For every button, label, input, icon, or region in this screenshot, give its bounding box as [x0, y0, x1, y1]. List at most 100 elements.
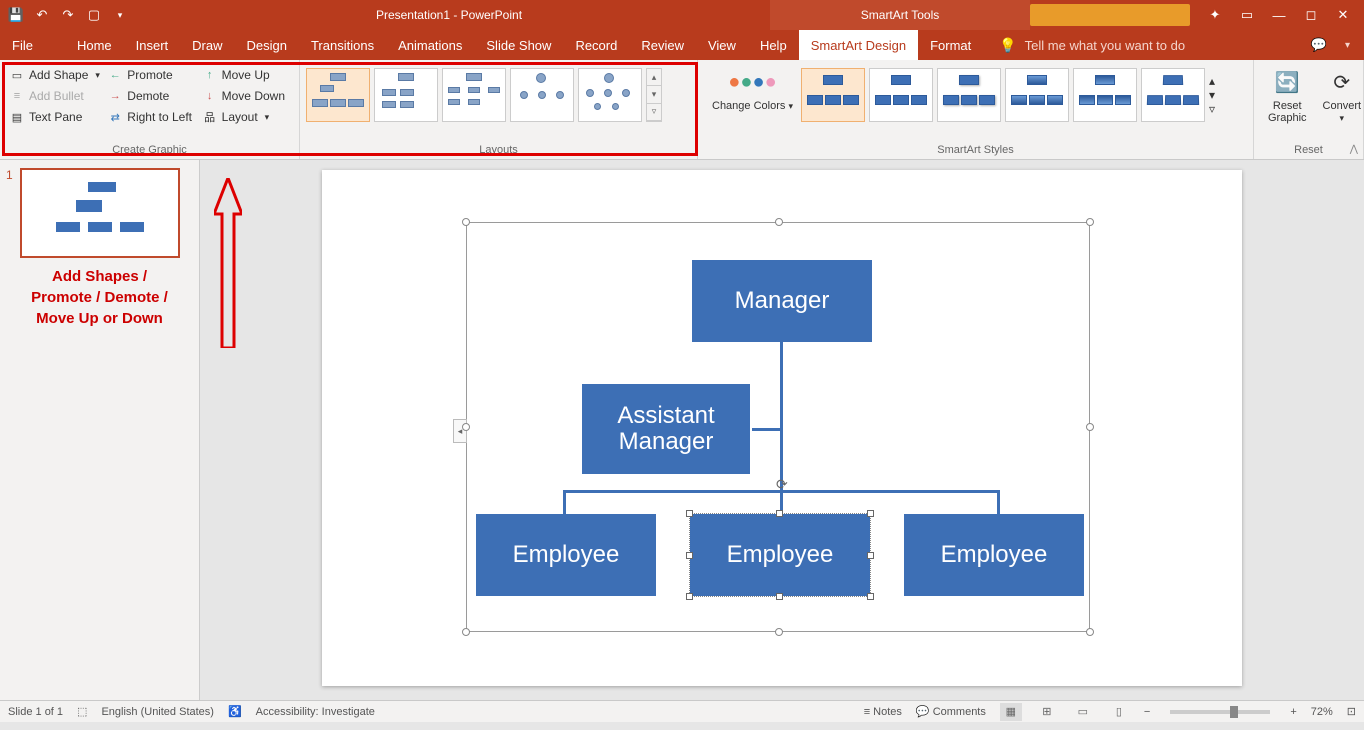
- status-language[interactable]: English (United States): [101, 706, 214, 718]
- undo-icon[interactable]: ↶: [34, 7, 50, 23]
- add-shape-button[interactable]: ▭Add Shape▾: [6, 66, 104, 84]
- annotation-arrow-icon: [214, 178, 242, 348]
- zoom-slider[interactable]: [1170, 710, 1270, 714]
- slide-canvas-area[interactable]: Manager Assistant Manager Employee Emplo…: [200, 160, 1364, 700]
- text-pane-button[interactable]: ▤Text Pane: [6, 108, 104, 126]
- qat-dropdown-icon[interactable]: ▾: [112, 7, 128, 23]
- group-label-reset: Reset: [1260, 142, 1357, 159]
- notes-button[interactable]: ≡ Notes: [864, 706, 902, 718]
- accessibility-icon[interactable]: ♿: [228, 705, 242, 718]
- normal-view-icon[interactable]: ▦: [1000, 703, 1022, 721]
- tell-me-search[interactable]: 💡 Tell me what you want to do: [983, 30, 1297, 60]
- tab-smartart-design[interactable]: SmartArt Design: [799, 30, 918, 60]
- style-thumb-3[interactable]: [937, 68, 1001, 122]
- zoom-level[interactable]: 72%: [1311, 706, 1333, 718]
- style-thumb-4[interactable]: [1005, 68, 1069, 122]
- gallery-expand-icon[interactable]: ▿: [1209, 102, 1215, 116]
- status-slide-count[interactable]: Slide 1 of 1: [8, 706, 63, 718]
- ribbon-display-icon[interactable]: ▭: [1238, 6, 1256, 24]
- comments-icon[interactable]: 💬: [1311, 37, 1327, 53]
- move-up-button[interactable]: ↑Move Up: [199, 66, 293, 84]
- reset-graphic-button[interactable]: 🔄 Reset Graphic: [1260, 62, 1315, 128]
- tab-file[interactable]: File: [0, 30, 45, 60]
- layout-thumb-2[interactable]: [374, 68, 438, 122]
- scroll-up-icon[interactable]: ▴: [1209, 74, 1215, 88]
- slide-thumbnail-panel: 1 Add Shapes / Promote / Demote / Move U…: [0, 160, 200, 700]
- status-language-icon[interactable]: ⬚: [77, 705, 87, 718]
- title-bar: 💾 ↶ ↷ ▢ ▾ Presentation1 - PowerPoint Sma…: [0, 0, 1364, 30]
- close-icon[interactable]: ✕: [1334, 6, 1352, 24]
- group-label-create-graphic: Create Graphic: [6, 142, 293, 159]
- ribbon-tabs: File Home Insert Draw Design Transitions…: [0, 30, 1364, 60]
- save-icon[interactable]: 💾: [8, 7, 24, 23]
- comments-button[interactable]: 💬 Comments: [916, 705, 986, 718]
- tab-home[interactable]: Home: [65, 30, 124, 60]
- change-colors-button[interactable]: ●●●● Change Colors ▾: [704, 62, 801, 116]
- minimize-icon[interactable]: —: [1270, 6, 1288, 24]
- account-area[interactable]: [1030, 4, 1190, 26]
- tab-insert[interactable]: Insert: [124, 30, 181, 60]
- zoom-in-icon[interactable]: +: [1290, 706, 1296, 718]
- tab-help[interactable]: Help: [748, 30, 799, 60]
- scroll-down-icon[interactable]: ▾: [647, 86, 661, 103]
- slideshow-view-icon[interactable]: ▯: [1108, 703, 1130, 721]
- layout-thumb-3[interactable]: [442, 68, 506, 122]
- change-colors-icon: ●●●●: [728, 66, 776, 98]
- styles-gallery: ▴▾▿: [801, 62, 1215, 122]
- thumb-node-emp3: [120, 222, 144, 232]
- gallery-expand-icon[interactable]: ▿: [647, 104, 661, 121]
- layout-thumb-4[interactable]: [510, 68, 574, 122]
- add-shape-icon: ▭: [10, 68, 24, 82]
- status-bar: Slide 1 of 1 ⬚ English (United States) ♿…: [0, 700, 1364, 722]
- right-to-left-icon: ⇄: [108, 110, 122, 124]
- layout-icon: 品: [203, 110, 217, 124]
- maximize-icon[interactable]: ◻: [1302, 6, 1320, 24]
- tab-animations[interactable]: Animations: [386, 30, 474, 60]
- redo-icon[interactable]: ↷: [60, 7, 76, 23]
- group-label-smartart-styles: SmartArt Styles: [704, 142, 1247, 159]
- tab-view[interactable]: View: [696, 30, 748, 60]
- reset-graphic-icon: 🔄: [1275, 66, 1300, 98]
- slide[interactable]: Manager Assistant Manager Employee Emplo…: [322, 170, 1242, 686]
- group-create-graphic: ▭Add Shape▾ ≡Add Bullet ▤Text Pane ←Prom…: [0, 60, 300, 159]
- thumb-node-emp2: [88, 222, 112, 232]
- layouts-gallery: ▴▾▿: [306, 62, 662, 122]
- tab-slide-show[interactable]: Slide Show: [474, 30, 563, 60]
- layouts-scroll[interactable]: ▴▾▿: [646, 68, 662, 122]
- tab-format[interactable]: Format: [918, 30, 983, 60]
- styles-scroll[interactable]: ▴▾▿: [1209, 74, 1215, 116]
- style-thumb-5[interactable]: [1073, 68, 1137, 122]
- scroll-up-icon[interactable]: ▴: [647, 69, 661, 86]
- share-icon[interactable]: ▾: [1345, 40, 1350, 51]
- move-down-button[interactable]: ↓Move Down: [199, 87, 293, 105]
- zoom-out-icon[interactable]: −: [1144, 706, 1150, 718]
- style-thumb-6[interactable]: [1141, 68, 1205, 122]
- reading-view-icon[interactable]: ▭: [1072, 703, 1094, 721]
- right-to-left-button[interactable]: ⇄Right to Left: [104, 108, 198, 126]
- tab-design[interactable]: Design: [235, 30, 299, 60]
- convert-button[interactable]: ⟳ Convert▾: [1315, 62, 1364, 128]
- tab-draw[interactable]: Draw: [180, 30, 234, 60]
- move-up-icon: ↑: [203, 68, 217, 82]
- start-from-beginning-icon[interactable]: ▢: [86, 7, 102, 23]
- fit-to-window-icon[interactable]: ⊡: [1347, 705, 1356, 718]
- promote-button[interactable]: ←Promote: [104, 66, 198, 84]
- smartart-selection-frame[interactable]: ◂: [466, 222, 1090, 632]
- collapse-ribbon-icon[interactable]: ⋀: [1350, 144, 1358, 155]
- contextual-tab-title: SmartArt Tools: [770, 0, 1030, 30]
- layout-thumb-1[interactable]: [306, 68, 370, 122]
- thumb-node-assistant: [76, 200, 102, 212]
- scroll-down-icon[interactable]: ▾: [1209, 88, 1215, 102]
- style-thumb-1[interactable]: [801, 68, 865, 122]
- style-thumb-2[interactable]: [869, 68, 933, 122]
- demote-button[interactable]: →Demote: [104, 87, 198, 105]
- layout-thumb-5[interactable]: [578, 68, 642, 122]
- tab-transitions[interactable]: Transitions: [299, 30, 386, 60]
- status-accessibility[interactable]: Accessibility: Investigate: [256, 706, 375, 718]
- slide-thumbnail-1[interactable]: [20, 168, 180, 258]
- coming-soon-icon[interactable]: ✦: [1206, 6, 1224, 24]
- tab-review[interactable]: Review: [629, 30, 696, 60]
- tab-record[interactable]: Record: [563, 30, 629, 60]
- slide-sorter-view-icon[interactable]: ⊞: [1036, 703, 1058, 721]
- layout-button[interactable]: 品Layout▾: [199, 108, 293, 126]
